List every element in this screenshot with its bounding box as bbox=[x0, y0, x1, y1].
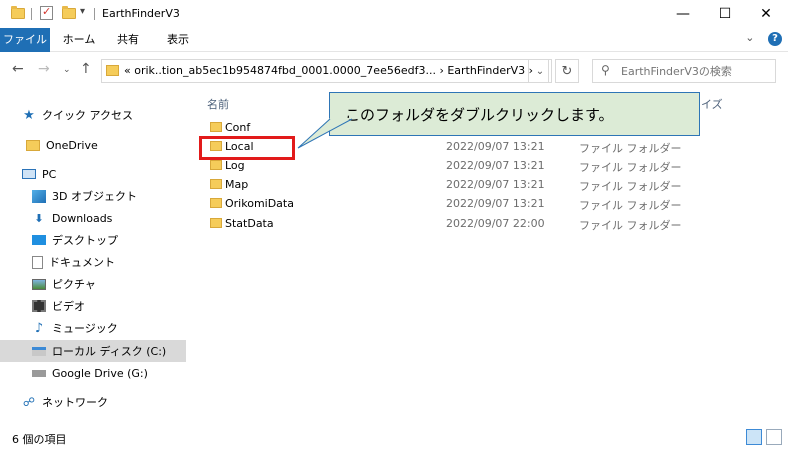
folder-icon bbox=[11, 6, 25, 19]
callout-text: このフォルダをダブルクリックします。 bbox=[345, 105, 614, 124]
nav-item-quick-access[interactable]: ★ クイック アクセス bbox=[22, 104, 208, 126]
nav-label: デスクトップ bbox=[52, 234, 118, 247]
file-type: ファイル フォルダー bbox=[579, 142, 682, 155]
file-date: 2022/09/07 13:21 bbox=[446, 178, 545, 191]
download-icon: ⬇ bbox=[34, 211, 44, 225]
drive-icon bbox=[32, 369, 46, 377]
ribbon-controls: ⌄ ? bbox=[745, 31, 782, 46]
pc-icon bbox=[22, 169, 36, 179]
disk-icon bbox=[32, 346, 46, 356]
nav-label: Downloads bbox=[52, 211, 113, 225]
folder-icon bbox=[210, 122, 222, 132]
folder-icon bbox=[26, 139, 40, 151]
folder-icon bbox=[210, 179, 222, 189]
file-name: Log bbox=[225, 159, 245, 172]
file-date: 2022/09/07 22:00 bbox=[446, 217, 545, 230]
highlight-box bbox=[199, 136, 295, 160]
status-bar: 6 個の項目 bbox=[0, 425, 788, 449]
new-folder-icon[interactable] bbox=[62, 6, 76, 19]
file-date: 2022/09/07 13:21 bbox=[446, 159, 545, 172]
column-header-size[interactable]: イズ bbox=[701, 96, 723, 112]
forward-arrow-icon[interactable]: → bbox=[38, 61, 50, 77]
back-arrow-icon[interactable]: ← bbox=[12, 61, 24, 77]
nav-item-pc[interactable]: PC bbox=[22, 163, 208, 185]
file-row[interactable]: StatData 2022/09/07 22:00 ファイル フォルダー bbox=[190, 215, 760, 234]
help-icon[interactable]: ? bbox=[768, 32, 782, 46]
file-type: ファイル フォルダー bbox=[579, 219, 682, 232]
tab-home[interactable]: ホーム bbox=[58, 28, 100, 52]
file-date: 2022/09/07 13:21 bbox=[446, 140, 545, 153]
nav-label: PC bbox=[42, 167, 57, 181]
nav-label: 3D オブジェクト bbox=[52, 190, 137, 203]
column-header-name[interactable]: 名前 bbox=[207, 96, 229, 112]
nav-item-local-disk[interactable]: ローカル ディスク (C:) bbox=[0, 340, 186, 362]
address-dropdown-chevron-icon[interactable]: ⌄ bbox=[528, 59, 552, 83]
window-title: EarthFinderV3 bbox=[102, 7, 180, 20]
navigation-bar: ← → ⌄ ↑ « orik..tion_ab5ec1b954874fbd_00… bbox=[0, 52, 788, 90]
file-name: Conf bbox=[225, 121, 251, 134]
up-arrow-icon[interactable]: ↑ bbox=[80, 61, 92, 77]
nav-label: クイック アクセス bbox=[42, 109, 133, 122]
nav-label: OneDrive bbox=[46, 138, 98, 152]
file-name: OrikomiData bbox=[225, 197, 294, 210]
tab-file[interactable]: ファイル bbox=[0, 28, 50, 52]
callout-box: このフォルダをダブルクリックします。 bbox=[329, 92, 700, 136]
cube-icon bbox=[32, 189, 46, 203]
navigation-pane: ★ クイック アクセス OneDrive PC 3D オブジェクト ⬇ Down… bbox=[0, 90, 190, 425]
callout-pointer bbox=[297, 118, 352, 149]
file-date: 2022/09/07 13:21 bbox=[446, 197, 545, 210]
search-icon: ⚲ bbox=[601, 63, 610, 77]
search-box[interactable]: ⚲ bbox=[592, 59, 776, 83]
video-icon bbox=[32, 300, 46, 312]
folder-icon bbox=[210, 218, 222, 228]
folder-icon bbox=[106, 65, 119, 76]
nav-item-network[interactable]: ☍ ネットワーク bbox=[22, 391, 208, 413]
tab-share[interactable]: 共有 bbox=[110, 28, 146, 52]
nav-label: ローカル ディスク (C:) bbox=[52, 345, 167, 358]
address-bar[interactable]: « orik..tion_ab5ec1b954874fbd_0001.0000_… bbox=[101, 59, 549, 83]
picture-icon bbox=[32, 278, 46, 290]
file-name: Map bbox=[225, 178, 249, 191]
nav-label: Google Drive (G:) bbox=[52, 366, 148, 380]
network-icon: ☍ bbox=[22, 394, 36, 409]
desktop-icon bbox=[32, 235, 46, 245]
folder-icon bbox=[210, 198, 222, 208]
refresh-icon[interactable]: ↻ bbox=[555, 59, 579, 83]
music-icon: ♪ bbox=[34, 320, 44, 336]
divider bbox=[31, 8, 32, 20]
item-count: 6 個の項目 bbox=[12, 433, 67, 446]
customize-qa-chevron-icon[interactable]: ▾ bbox=[80, 6, 85, 17]
nav-item-onedrive[interactable]: OneDrive bbox=[26, 134, 212, 156]
nav-label: ピクチャ bbox=[52, 278, 96, 291]
recent-locations-chevron-icon[interactable]: ⌄ bbox=[63, 65, 71, 75]
folder-icon bbox=[210, 160, 222, 170]
nav-label: ネットワーク bbox=[42, 396, 108, 409]
file-type: ファイル フォルダー bbox=[579, 199, 682, 212]
star-icon: ★ bbox=[23, 107, 35, 123]
file-type: ファイル フォルダー bbox=[579, 161, 682, 174]
maximize-button[interactable]: ☐ bbox=[702, 0, 748, 28]
ribbon-tabs: ファイル ホーム 共有 表示 ⌄ ? bbox=[0, 28, 788, 52]
close-button[interactable]: ✕ bbox=[743, 0, 788, 28]
address-path[interactable]: « orik..tion_ab5ec1b954874fbd_0001.0000_… bbox=[124, 64, 533, 77]
large-icons-view-icon[interactable] bbox=[766, 429, 782, 445]
details-view-icon[interactable] bbox=[746, 429, 762, 445]
file-name: StatData bbox=[225, 217, 274, 230]
properties-icon[interactable] bbox=[40, 5, 53, 20]
nav-label: ドキュメント bbox=[49, 256, 115, 269]
tab-view[interactable]: 表示 bbox=[158, 28, 198, 52]
nav-label: ビデオ bbox=[52, 300, 85, 313]
search-input[interactable] bbox=[621, 63, 771, 79]
nav-label: ミュージック bbox=[52, 322, 118, 335]
minimize-button[interactable]: — bbox=[660, 0, 706, 28]
divider bbox=[94, 8, 95, 20]
expand-ribbon-chevron-icon[interactable]: ⌄ bbox=[745, 31, 754, 44]
title-bar: ▾ EarthFinderV3 — ☐ ✕ bbox=[0, 0, 788, 28]
file-type: ファイル フォルダー bbox=[579, 180, 682, 193]
document-icon bbox=[32, 255, 43, 269]
file-row[interactable]: Map 2022/09/07 13:21 ファイル フォルダー bbox=[190, 176, 760, 195]
file-row[interactable]: OrikomiData 2022/09/07 13:21 ファイル フォルダー bbox=[190, 195, 760, 214]
